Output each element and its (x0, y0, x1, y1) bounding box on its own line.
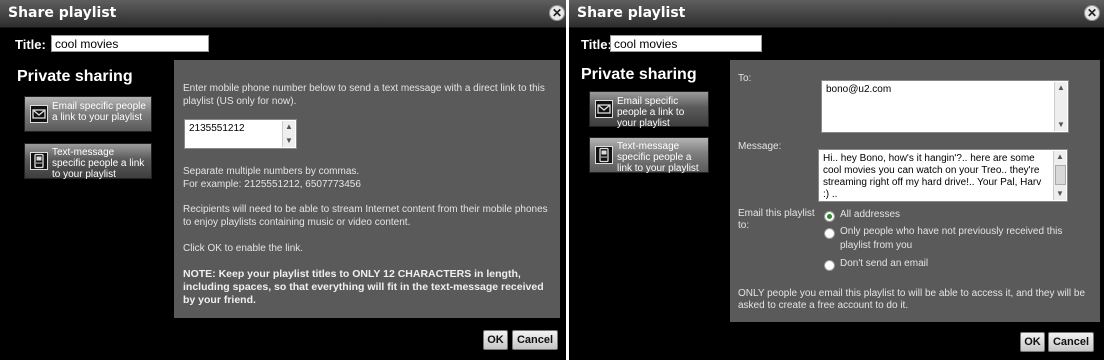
dialog-titlebar: Share playlist ✕ (569, 0, 1104, 28)
cancel-button[interactable]: Cancel (512, 330, 558, 350)
scroll-down-icon[interactable]: ▼ (283, 135, 295, 147)
dialog-title: Share playlist (577, 5, 686, 21)
private-sharing-heading: Private sharing (581, 66, 697, 83)
cancel-button[interactable]: Cancel (1048, 332, 1094, 352)
intro-text: Enter mobile phone number below to send … (183, 83, 545, 107)
to-value: bono@u2.com (826, 84, 892, 95)
radio-all-addresses[interactable] (824, 211, 835, 222)
separate-hint: Separate multiple numbers by commas. (183, 166, 360, 177)
phone-scrollbar[interactable]: ▲ ▼ (282, 121, 295, 147)
title-label: Title: (15, 37, 46, 52)
dialog-titlebar: Share playlist ✕ (0, 0, 566, 28)
radio-only-label: Only people who have not previously rece… (840, 226, 1063, 251)
scroll-thumb[interactable] (1055, 165, 1066, 185)
scroll-up-icon[interactable]: ▲ (1054, 151, 1066, 163)
to-input[interactable]: bono@u2.com ▲ ▼ (821, 80, 1069, 133)
text-message-option-button[interactable]: Text-message specific people a link to y… (24, 143, 152, 180)
dialog-title: Share playlist (8, 5, 117, 21)
example-hint: For example: 2125551212, 6507773456 (183, 179, 361, 190)
note-text: NOTE: Keep your playlist titles to ONLY … (183, 268, 544, 306)
to-scrollbar[interactable]: ▲ ▼ (1054, 82, 1067, 131)
message-value: Hi.. hey Bono, how's it hangin'?.. here … (823, 153, 1042, 200)
ok-button[interactable]: OK (1020, 332, 1045, 352)
radio-only-new[interactable] (824, 228, 835, 239)
email-option-button[interactable]: Email specific people a link to your pla… (589, 91, 709, 129)
phone-number-input[interactable]: 2135551212 ▲ ▼ (184, 119, 297, 149)
click-ok-text: Click OK to enable the link. (183, 243, 304, 254)
footer-text: ONLY people you email this playlist to w… (738, 288, 1086, 311)
radio-dont-label: Don't send an email (840, 258, 929, 269)
scroll-down-icon[interactable]: ▼ (1055, 119, 1067, 131)
email-to-label: Email this playlist to: (738, 208, 815, 231)
title-input[interactable]: cool movies (610, 35, 762, 52)
radio-all-label: All addresses (840, 209, 901, 220)
text-message-option-button[interactable]: Text-message specific people a link to y… (589, 137, 709, 174)
scroll-down-icon[interactable]: ▼ (1054, 188, 1066, 200)
envelope-icon (30, 105, 48, 123)
email-panel: To: bono@u2.com ▲ ▼ Message: Hi.. hey Bo… (730, 60, 1100, 322)
text-message-panel: Enter mobile phone number below to send … (174, 60, 560, 318)
radio-dont-send[interactable] (824, 260, 835, 271)
envelope-icon (595, 100, 613, 118)
private-sharing-heading: Private sharing (17, 68, 133, 85)
message-label: Message: (738, 141, 782, 152)
close-icon[interactable]: ✕ (1084, 5, 1100, 21)
text-message-option-label: Text-message specific people a link to y… (617, 141, 699, 174)
share-playlist-dialog-text: Share playlist ✕ Title: cool movies Priv… (0, 0, 566, 360)
message-scrollbar[interactable]: ▲ ▼ (1053, 151, 1066, 200)
scroll-up-icon[interactable]: ▲ (283, 121, 295, 133)
mobile-phone-icon (30, 152, 48, 170)
email-option-button[interactable]: Email specific people a link to your pla… (24, 96, 152, 132)
email-option-label: Email specific people a link to your pla… (617, 96, 685, 129)
message-textarea[interactable]: Hi.. hey Bono, how's it hangin'?.. here … (818, 149, 1068, 202)
mobile-phone-icon (595, 146, 613, 164)
share-playlist-dialog-email: Share playlist ✕ Title: cool movies Priv… (569, 0, 1104, 360)
title-label: Title: (581, 37, 612, 52)
phone-number-value: 2135551212 (189, 123, 245, 134)
close-icon[interactable]: ✕ (549, 5, 565, 21)
scroll-up-icon[interactable]: ▲ (1055, 82, 1067, 94)
email-option-label: Email specific people a link to your pla… (52, 101, 146, 123)
text-message-option-label: Text-message specific people a link to y… (52, 147, 145, 180)
recipients-text: Recipients will need to be able to strea… (183, 204, 548, 228)
title-input[interactable]: cool movies (51, 35, 209, 52)
to-label: To: (738, 73, 752, 84)
ok-button[interactable]: OK (483, 330, 508, 350)
